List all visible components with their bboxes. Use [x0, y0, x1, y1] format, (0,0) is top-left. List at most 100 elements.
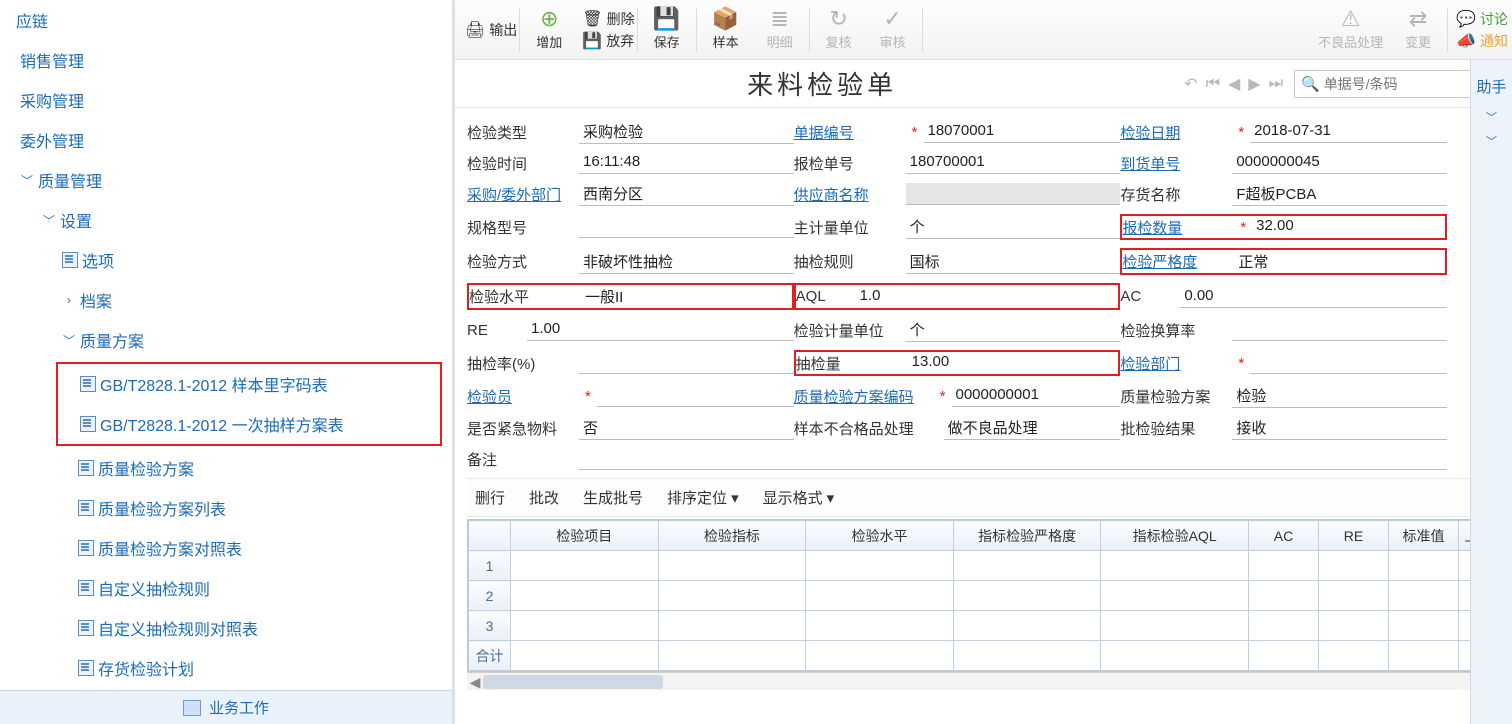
label-severity[interactable]: 检验严格度	[1122, 251, 1234, 272]
value-inspect-type[interactable]: 采购检验	[579, 120, 794, 144]
undo-icon[interactable]: ↶	[1181, 74, 1200, 94]
nav-inspect-plan[interactable]: 质量检验方案	[0, 448, 452, 488]
display-format-button[interactable]: 显示格式 ▾	[763, 487, 835, 508]
nav-stock-plan[interactable]: 存货检验计划	[0, 648, 452, 688]
value-inspect-dept[interactable]	[1250, 352, 1447, 374]
add-button[interactable]: ⊕增加	[522, 6, 576, 53]
col-re[interactable]: RE	[1319, 521, 1389, 551]
batch-modify-button[interactable]: 批改	[529, 487, 559, 508]
detail-button[interactable]: ≣明细	[753, 6, 807, 53]
value-sample-rate[interactable]	[579, 352, 794, 374]
value-urgent[interactable]: 否	[579, 416, 794, 440]
col-std[interactable]: 标准值	[1389, 521, 1459, 551]
chevron-down-icon[interactable]: ﹀	[1486, 133, 1497, 149]
prev-record-icon[interactable]: ◀	[1225, 74, 1243, 94]
nav-gbt-sample-code[interactable]: GB/T2828.1-2012 样本里字码表	[58, 364, 440, 404]
col-severity[interactable]: 指标检验严格度	[953, 521, 1101, 551]
sidebar-footer-tab[interactable]: 业务工作	[0, 690, 452, 724]
nav-inspect-plan-list[interactable]: 质量检验方案列表	[0, 488, 452, 528]
value-remark[interactable]	[579, 448, 1447, 470]
value-spec[interactable]	[579, 216, 794, 238]
audit-button[interactable]: ✓审核	[866, 6, 920, 53]
nav-custom-rule-cross[interactable]: 自定义抽检规则对照表	[0, 608, 452, 648]
value-re[interactable]: 1.00	[527, 319, 794, 341]
chevron-down-icon[interactable]: ﹀	[1486, 109, 1497, 125]
col-indicator[interactable]: 检验指标	[658, 521, 806, 551]
value-inspector[interactable]	[597, 385, 794, 407]
change-button[interactable]: ⇄变更	[1391, 6, 1445, 53]
nav-outsource[interactable]: 委外管理	[0, 120, 452, 160]
value-stock[interactable]: F超板PCBA	[1232, 182, 1447, 206]
helper-tab[interactable]: 助手	[1474, 72, 1508, 101]
output-button[interactable]: 🖨输出	[465, 20, 517, 40]
defect-button[interactable]: ⚠不良品处理	[1310, 6, 1391, 53]
value-defect-handle[interactable]: 做不良品处理	[944, 416, 1121, 440]
save-button[interactable]: 💾保存	[640, 6, 694, 53]
value-inspect-uom[interactable]: 个	[906, 318, 1121, 342]
nav-quality[interactable]: ﹀质量管理	[0, 160, 452, 200]
nav-inspect-plan-cross[interactable]: 质量检验方案对照表	[0, 528, 452, 568]
value-plan-code[interactable]: 0000000001	[952, 385, 1121, 407]
value-arrive-no[interactable]: 0000000045	[1232, 152, 1447, 174]
value-aql[interactable]: 1.0	[856, 286, 1119, 308]
nav-sales[interactable]: 销售管理	[0, 40, 452, 80]
detail-grid[interactable]: 检验项目 检验指标 检验水平 指标检验严格度 指标检验AQL AC RE 标准值…	[468, 520, 1499, 671]
value-report-no[interactable]: 180700001	[906, 152, 1121, 174]
value-ac[interactable]: 0.00	[1180, 286, 1447, 308]
value-rule[interactable]: 国标	[906, 250, 1121, 274]
value-uom[interactable]: 个	[906, 215, 1121, 239]
scroll-thumb[interactable]	[483, 675, 663, 689]
sort-button[interactable]: 排序定位 ▾	[667, 487, 739, 508]
value-plan-name[interactable]: 检验	[1232, 384, 1447, 408]
label-supplier[interactable]: 供应商名称	[794, 184, 906, 205]
scroll-left-icon[interactable]: ◀	[467, 673, 483, 691]
nav-root[interactable]: 应链	[0, 0, 452, 40]
value-batch-result[interactable]: 接收	[1232, 416, 1447, 440]
nav-quality-plan[interactable]: ﹀质量方案	[0, 320, 452, 360]
nav-purchase[interactable]: 采购管理	[0, 80, 452, 120]
discuss-button[interactable]: 💬讨论	[1456, 9, 1508, 29]
first-record-icon[interactable]: ⏮	[1203, 75, 1223, 93]
value-inspect-date[interactable]: 2018-07-31	[1250, 121, 1447, 143]
value-inspect-time[interactable]: 16:11:48	[579, 152, 794, 174]
gen-batch-button[interactable]: 生成批号	[583, 487, 643, 508]
nav-custom-rule[interactable]: 自定义抽检规则	[0, 568, 452, 608]
recheck-button[interactable]: ↻复核	[812, 6, 866, 53]
label-plan-code[interactable]: 质量检验方案编码	[794, 386, 934, 407]
sample-button[interactable]: 📦样本	[699, 6, 753, 53]
last-record-icon[interactable]: ⏭	[1266, 75, 1286, 93]
col-aql[interactable]: 指标检验AQL	[1101, 521, 1249, 551]
value-level[interactable]: 一般II	[581, 285, 792, 308]
nav-archive[interactable]: ›档案	[0, 280, 452, 320]
value-doc-no[interactable]: 18070001	[924, 121, 1121, 143]
delete-row-button[interactable]: 删行	[475, 487, 505, 508]
table-row[interactable]: 2	[469, 581, 1499, 611]
nav-gbt-sampling-plan[interactable]: GB/T2828.1-2012 一次抽样方案表	[58, 404, 440, 444]
abandon-button[interactable]: 💾放弃	[582, 31, 634, 51]
delete-button[interactable]: 🗑删除	[582, 9, 634, 29]
col-item[interactable]: 检验项目	[511, 521, 659, 551]
label-report-qty[interactable]: 报检数量	[1122, 217, 1234, 238]
col-level[interactable]: 检验水平	[806, 521, 954, 551]
value-convert[interactable]	[1232, 319, 1447, 341]
label-inspect-dept[interactable]: 检验部门	[1120, 353, 1232, 374]
next-record-icon[interactable]: ▶	[1245, 74, 1263, 94]
label-doc-no[interactable]: 单据编号	[794, 122, 906, 143]
label-inspect-date[interactable]: 检验日期	[1120, 122, 1232, 143]
nav-settings[interactable]: ﹀设置	[0, 200, 452, 240]
value-supplier[interactable]: ████████████	[906, 183, 1121, 205]
label-arrive-no[interactable]: 到货单号	[1120, 153, 1232, 174]
value-severity[interactable]: 正常	[1234, 250, 1445, 273]
label-dept[interactable]: 采购/委外部门	[467, 184, 579, 205]
table-row[interactable]: 3	[469, 611, 1499, 641]
notify-button[interactable]: 📣通知	[1456, 31, 1508, 51]
nav-options[interactable]: 选项	[0, 240, 452, 280]
table-row[interactable]: 1	[469, 551, 1499, 581]
col-ac[interactable]: AC	[1249, 521, 1319, 551]
value-method[interactable]: 非破坏性抽检	[579, 250, 794, 274]
horizontal-scrollbar[interactable]: ◀ ▶	[467, 672, 1500, 690]
value-report-qty[interactable]: 32.00	[1252, 216, 1445, 238]
value-dept[interactable]: 西南分区	[579, 182, 794, 206]
label-inspector[interactable]: 检验员	[467, 386, 579, 407]
value-sample-qty[interactable]: 13.00	[908, 352, 1119, 374]
